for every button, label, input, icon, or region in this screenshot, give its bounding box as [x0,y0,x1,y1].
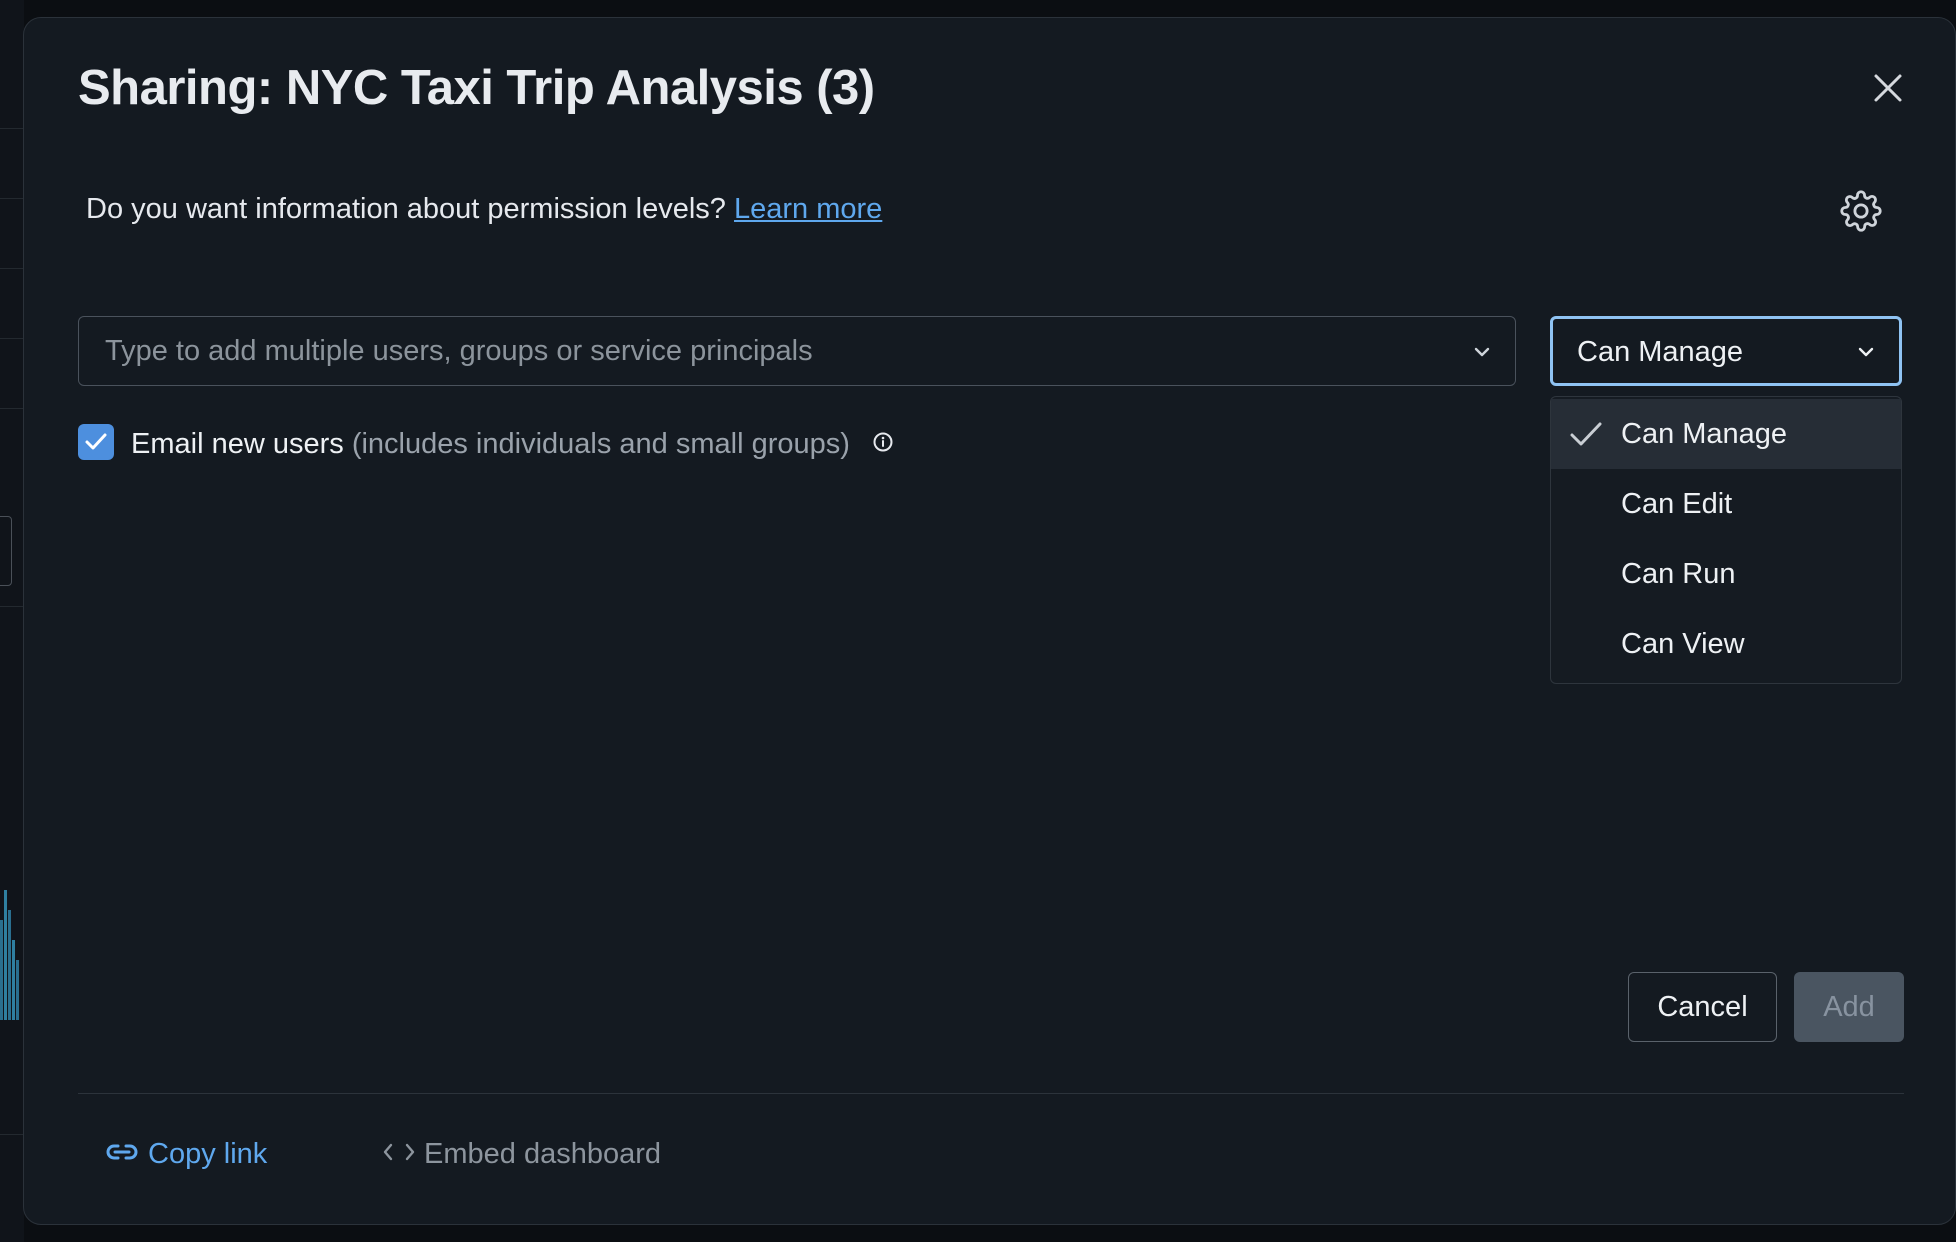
email-new-users-label: Email new users (includes individuals an… [131,428,894,461]
link-icon [106,1144,138,1160]
bg-divider [0,606,24,607]
permission-info: Do you want information about permission… [86,193,882,226]
option-label: Can Run [1621,558,1736,590]
learn-more-link[interactable]: Learn more [734,193,882,225]
email-label-text: Email new users [131,428,344,460]
chevron-down-icon[interactable] [1469,339,1495,365]
background-page [0,0,24,1242]
bg-divider [0,128,24,129]
permission-option-can-view[interactable]: Can View [1551,609,1901,679]
copy-link-label: Copy link [148,1138,268,1170]
embed-dashboard-label: Embed dashboard [424,1138,661,1170]
check-icon [85,433,107,450]
info-text: Do you want information about permission… [86,193,726,225]
chevron-down-icon [1858,347,1874,357]
email-new-users-checkbox[interactable] [78,424,114,460]
embed-dashboard-button[interactable]: Embed dashboard [382,1138,661,1178]
option-label: Can Edit [1621,488,1733,520]
principal-search-field[interactable] [78,316,1516,386]
bg-divider [0,1134,24,1135]
permission-select[interactable]: Can Manage [1550,316,1902,386]
bg-divider [0,408,24,409]
option-label: Can View [1621,628,1745,660]
bg-divider [0,268,24,269]
bg-divider [0,338,24,339]
permission-option-can-manage[interactable]: Can Manage [1551,399,1901,469]
permission-option-can-edit[interactable]: Can Edit [1551,469,1901,539]
email-note-text: (includes individuals and small groups) [351,428,850,460]
option-label: Can Manage [1621,418,1788,450]
share-dialog: Sharing: NYC Taxi Trip Analysis (3) Do y… [23,17,1956,1225]
cancel-button[interactable]: Cancel [1628,972,1777,1042]
bg-chart-bars [0,890,19,1020]
close-icon[interactable] [1868,68,1908,108]
principal-search-input[interactable] [105,317,1435,385]
footer-divider [78,1093,1904,1094]
check-icon [1570,422,1602,446]
code-icon [383,1144,415,1161]
add-button[interactable]: Add [1794,972,1904,1042]
gear-icon[interactable] [1840,190,1882,232]
info-icon[interactable] [872,431,894,453]
bg-input-edge [0,516,12,586]
permission-selected-value: Can Manage [1577,336,1744,368]
bg-divider [0,198,24,199]
permission-option-can-run[interactable]: Can Run [1551,539,1901,609]
dialog-title: Sharing: NYC Taxi Trip Analysis (3) [78,61,875,115]
copy-link-button[interactable]: Copy link [104,1138,267,1178]
permission-dropdown-menu: Can Manage Can Edit Can Run Can View [1550,396,1902,684]
